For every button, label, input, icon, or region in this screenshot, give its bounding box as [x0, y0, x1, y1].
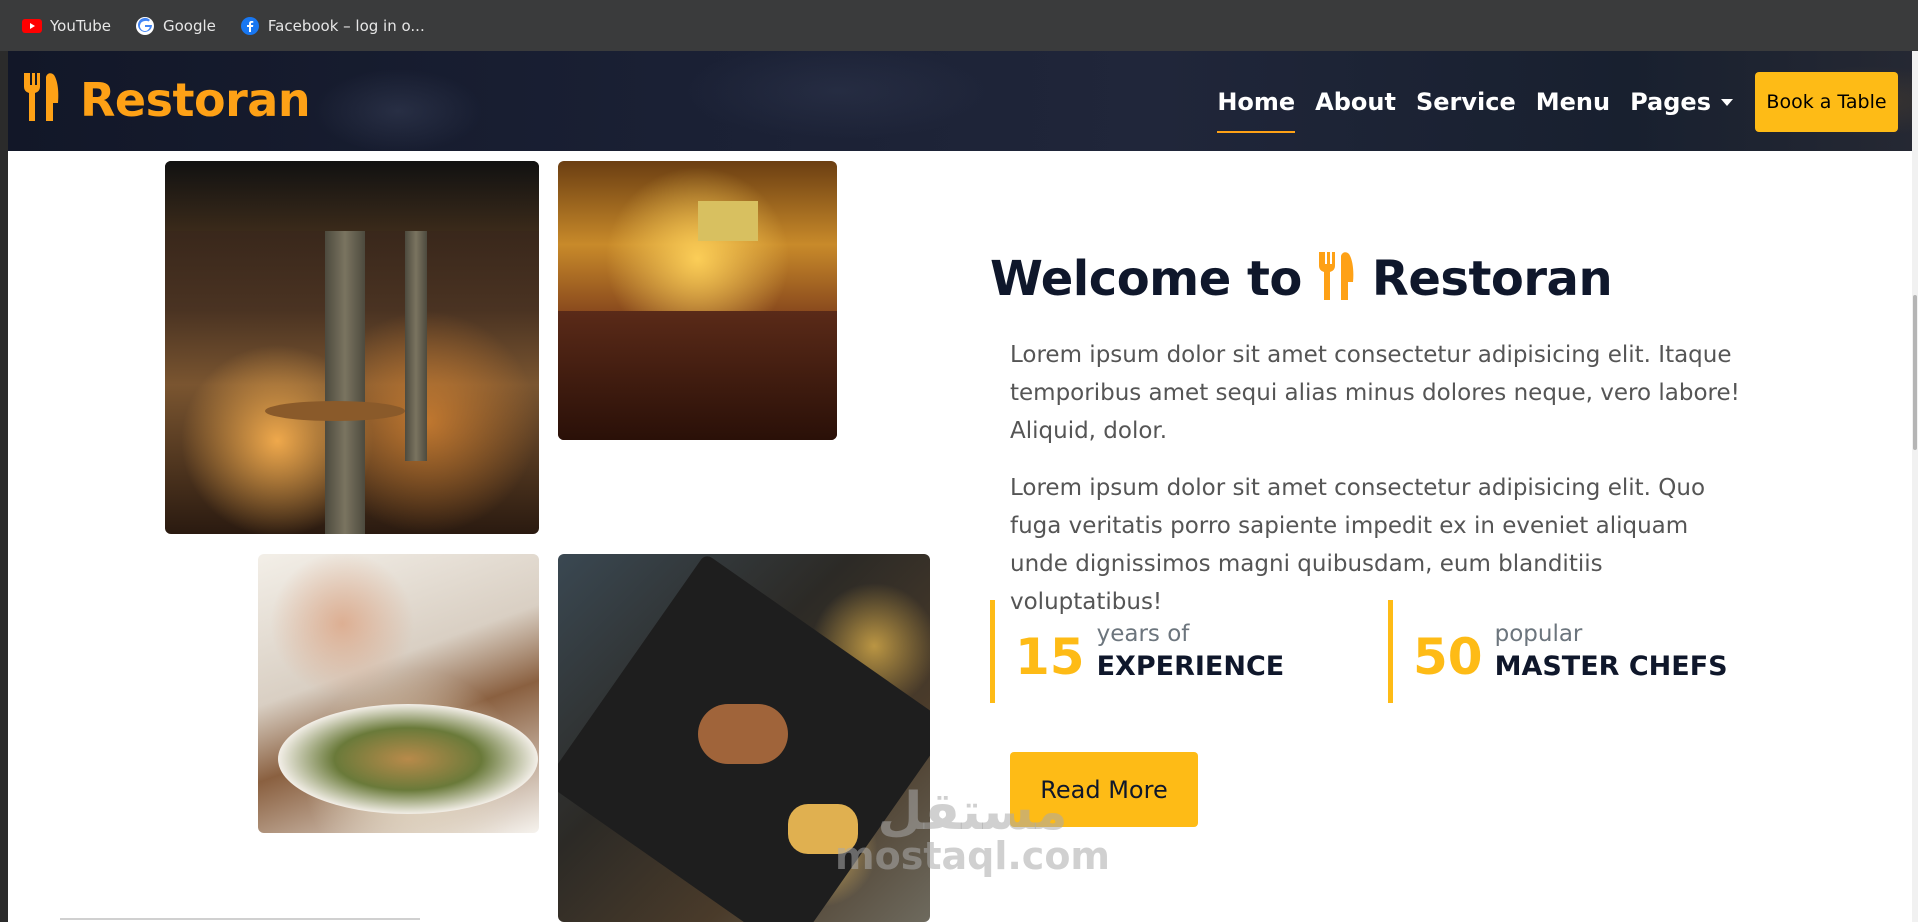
bookmarks-bar: YouTube Google Facebook – log in o... [0, 0, 1918, 51]
pasta-dish-image [258, 554, 539, 833]
watermark: مستقل mostaql.com [835, 782, 1111, 878]
stat-title: EXPERIENCE [1096, 651, 1285, 682]
brand-name: Restoran [80, 72, 311, 127]
google-icon [135, 16, 155, 36]
stat-number: 50 [1413, 627, 1483, 686]
utensils-icon [1316, 250, 1358, 307]
facebook-icon [240, 16, 260, 36]
scrollbar-thumb[interactable] [1913, 295, 1917, 450]
bottom-divider [60, 918, 420, 920]
caret-down-icon [1721, 98, 1733, 106]
nav-pages-label: Pages [1630, 88, 1711, 116]
stat-caption: years of [1096, 621, 1190, 647]
main-nav: Home About Service Menu Pages Book a Tab… [1207, 71, 1898, 133]
bookmark-facebook[interactable]: Facebook – log in o... [240, 16, 425, 36]
bookmark-label: Google [163, 16, 216, 35]
restaurant-interior-image [165, 161, 539, 534]
nav-home[interactable]: Home [1207, 71, 1305, 133]
stat-caption: popular [1494, 621, 1583, 647]
navbar: Restoran Home About Service Menu Pages B… [8, 51, 1912, 151]
stat-master-chefs: 50 popular MASTER CHEFS [1388, 600, 1778, 703]
about-paragraph-2: Lorem ipsum dolor sit amet consectetur a… [1010, 475, 1706, 615]
about-paragraph-1: Lorem ipsum dolor sit amet consectetur a… [1010, 342, 1740, 444]
nav-menu[interactable]: Menu [1526, 71, 1620, 133]
book-table-button[interactable]: Book a Table [1755, 72, 1898, 132]
dining-room-image [558, 161, 837, 440]
bookmark-label: YouTube [50, 16, 111, 35]
nav-service[interactable]: Service [1406, 71, 1526, 133]
welcome-prefix: Welcome to [990, 250, 1302, 307]
nav-pages-dropdown[interactable]: Pages [1620, 71, 1743, 133]
about-heading: Welcome to Restoran [990, 250, 1613, 307]
youtube-icon [22, 16, 42, 36]
bookmark-youtube[interactable]: YouTube [22, 16, 111, 36]
utensils-icon [22, 71, 62, 128]
window-edge [0, 51, 8, 922]
bookmark-google[interactable]: Google [135, 16, 216, 36]
nav-about[interactable]: About [1305, 71, 1406, 133]
welcome-brand: Restoran [1371, 250, 1613, 307]
stat-experience: 15 years of EXPERIENCE [990, 600, 1380, 703]
watermark-latin: mostaql.com [835, 834, 1111, 878]
stat-number: 15 [1015, 627, 1085, 686]
bookmark-label: Facebook – log in o... [267, 16, 425, 35]
scrollbar[interactable] [1912, 51, 1918, 922]
watermark-arabic: مستقل [877, 782, 1068, 842]
brand-logo[interactable]: Restoran [22, 71, 311, 128]
stat-title: MASTER CHEFS [1494, 651, 1728, 682]
